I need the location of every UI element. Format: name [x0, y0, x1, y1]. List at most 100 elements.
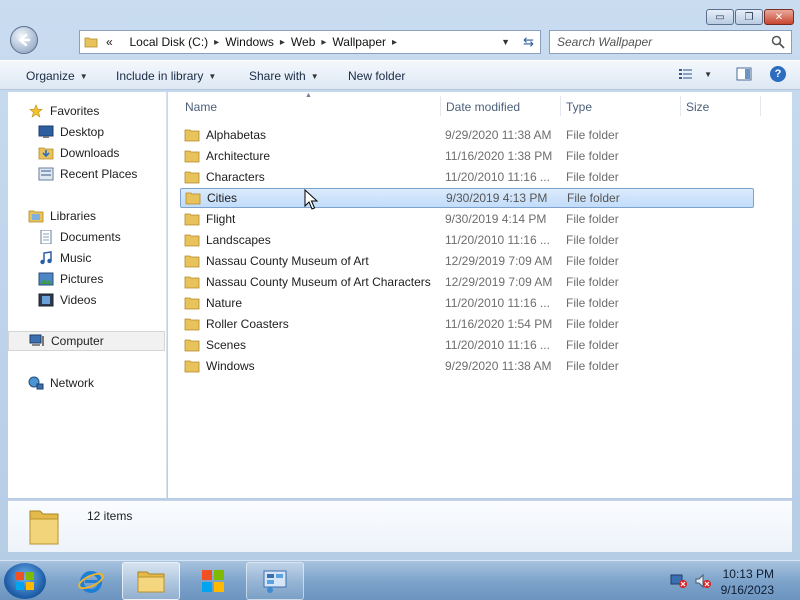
breadcrumb-local-disk[interactable]: Local Disk (C:)	[129, 35, 208, 49]
music-note-icon	[40, 251, 52, 265]
taskbar-windows-explorer[interactable]	[122, 562, 180, 600]
address-dropdown-icon[interactable]: ▼	[501, 37, 510, 47]
chevron-right-icon[interactable]: ▸	[214, 37, 219, 48]
volume-muted-icon[interactable]	[694, 573, 712, 589]
control-panel-icon	[263, 570, 287, 593]
file-row[interactable]: Nature 11/20/2010 11:16 ... File folder	[180, 293, 754, 313]
file-type: File folder	[566, 317, 619, 331]
file-type: File folder	[566, 338, 619, 352]
chevron-right-icon[interactable]: ▸	[392, 37, 397, 48]
documents-icon	[40, 230, 52, 244]
taskbar-control-panel[interactable]	[246, 562, 304, 600]
include-in-library-button[interactable]: Include in library ▼	[116, 69, 216, 83]
maximize-button[interactable]: ❐	[735, 9, 763, 25]
folder-icon	[184, 171, 200, 184]
column-header-size[interactable]: Size	[686, 96, 709, 118]
file-date-modified: 11/16/2020 1:38 PM	[445, 149, 553, 163]
organize-button[interactable]: Organize ▼	[26, 69, 88, 83]
chevron-right-icon[interactable]: ▸	[280, 37, 285, 48]
back-button[interactable]	[10, 26, 38, 54]
folder-icon	[184, 234, 200, 247]
file-row[interactable]: Cities 9/30/2019 4:13 PM File folder	[180, 188, 754, 208]
folder-icon	[184, 360, 200, 373]
file-type: File folder	[566, 212, 619, 226]
sort-ascending-icon: ▲	[305, 92, 312, 99]
column-header-date-modified[interactable]: Date modified	[446, 96, 520, 118]
search-icon[interactable]	[771, 35, 785, 49]
file-row[interactable]: Landscapes 11/20/2010 11:16 ... File folde…	[180, 230, 754, 250]
breadcrumb-overflow[interactable]: «	[106, 35, 113, 49]
breadcrumb-wallpaper[interactable]: Wallpaper	[332, 35, 386, 49]
file-row[interactable]: Alphabetas 9/29/2020 11:38 AM File folder	[180, 125, 754, 145]
column-header-type[interactable]: Type	[566, 96, 592, 118]
file-name: Nassau County Museum of Art	[206, 254, 369, 268]
file-row[interactable]: Roller Coasters 11/16/2020 1:54 PM File fo…	[180, 314, 754, 334]
search-input[interactable]: Search Wallpaper	[549, 30, 792, 54]
file-name: Cities	[207, 191, 238, 205]
clock-time[interactable]: 10:13 PM	[723, 567, 774, 581]
chevron-right-icon[interactable]: ▸	[321, 37, 326, 48]
nav-desktop[interactable]: Desktop	[8, 122, 165, 142]
network-status-icon[interactable]	[670, 573, 688, 589]
new-folder-button[interactable]: New folder	[348, 69, 405, 83]
mouse-cursor-icon	[304, 189, 318, 210]
clock-date[interactable]: 9/16/2023	[721, 583, 774, 597]
file-row[interactable]: Characters 11/20/2010 11:16 ... File folde…	[180, 167, 754, 187]
folder-large-icon	[29, 510, 59, 545]
change-view-icon[interactable]	[678, 66, 694, 82]
nav-music[interactable]: Music	[8, 248, 165, 268]
minimize-button[interactable]: ▭	[706, 9, 734, 25]
libraries-icon	[28, 210, 44, 223]
address-bar[interactable]: « Local Disk (C:) ▸ Windows ▸ Web ▸ Wall…	[79, 30, 541, 54]
file-date-modified: 11/20/2010 11:16 ...	[445, 233, 550, 247]
folder-icon	[184, 339, 200, 352]
column-header-name[interactable]: Name	[185, 96, 217, 118]
navigation-pane: Favorites Desktop Downloads Recent Place…	[8, 92, 167, 498]
nav-recent-places[interactable]: Recent Places	[8, 164, 165, 184]
title-bar: ▭ ❐ ✕	[0, 0, 800, 28]
details-pane: 12 items	[8, 500, 792, 552]
caret-down-icon: ▼	[208, 71, 217, 81]
system-tray: 10:13 PM 9/16/2023	[660, 561, 800, 600]
downloads-folder-icon	[38, 147, 54, 160]
file-row[interactable]: Scenes 11/20/2010 11:16 ... File folder	[180, 335, 754, 355]
nav-downloads[interactable]: Downloads	[8, 143, 165, 163]
view-dropdown-icon[interactable]: ▼	[704, 70, 712, 79]
nav-network[interactable]: Network	[8, 373, 165, 393]
close-button[interactable]: ✕	[764, 9, 794, 25]
file-name: Windows	[206, 359, 255, 373]
nav-videos[interactable]: Videos	[8, 290, 165, 310]
nav-pictures[interactable]: Pictures	[8, 269, 165, 289]
star-icon	[29, 104, 43, 118]
help-icon[interactable]: ?	[770, 66, 786, 82]
file-type: File folder	[566, 128, 619, 142]
windows-flag-icon	[202, 570, 224, 592]
nav-libraries[interactable]: Libraries	[8, 206, 165, 226]
file-date-modified: 11/20/2010 11:16 ...	[445, 338, 550, 352]
file-row[interactable]: Nassau County Museum of Art Characters 12…	[180, 272, 754, 292]
file-row[interactable]: Architecture 11/16/2020 1:38 PM File folde…	[180, 146, 754, 166]
nav-documents[interactable]: Documents	[8, 227, 165, 247]
command-bar: Organize ▼ Include in library ▼ Share with…	[0, 60, 800, 90]
share-with-button[interactable]: Share with ▼	[249, 69, 319, 83]
preview-pane-icon[interactable]	[736, 66, 752, 82]
file-date-modified: 11/16/2020 1:54 PM	[445, 317, 553, 331]
taskbar-windows-media[interactable]	[184, 562, 242, 600]
file-row[interactable]: Nassau County Museum of Art 12/29/2019 7:…	[180, 251, 754, 271]
folder-icon	[184, 297, 200, 310]
nav-computer[interactable]: Computer	[8, 331, 165, 351]
refresh-icon[interactable]: ⇆	[523, 34, 534, 50]
folder-icon	[185, 192, 201, 205]
file-row[interactable]: Windows 9/29/2020 11:38 AM File folder	[180, 356, 754, 376]
taskbar: 10:13 PM 9/16/2023	[0, 560, 800, 600]
file-name: Roller Coasters	[206, 317, 289, 331]
file-name: Scenes	[206, 338, 247, 352]
taskbar-internet-explorer[interactable]	[62, 562, 120, 600]
file-row[interactable]: Flight 9/30/2019 4:14 PM File folder	[180, 209, 754, 229]
breadcrumb-web[interactable]: Web	[291, 35, 315, 49]
start-button[interactable]	[4, 563, 46, 599]
nav-favorites[interactable]: Favorites	[8, 101, 165, 121]
folder-icon	[184, 129, 200, 142]
back-arrow-icon	[18, 33, 31, 47]
breadcrumb-windows[interactable]: Windows	[225, 35, 274, 49]
